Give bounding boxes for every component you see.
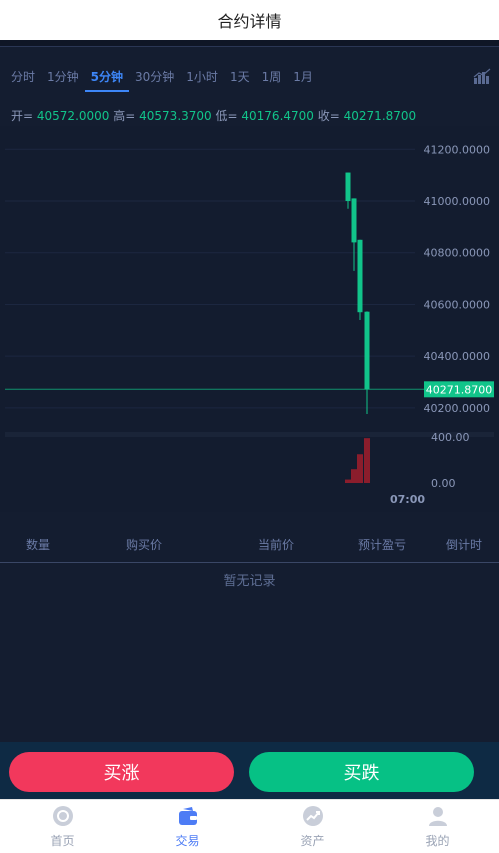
nav-trade-label: 交易 [175, 834, 200, 848]
nav-trade[interactable]: 交易 [125, 800, 250, 853]
current-price-label: 40271.8700 [426, 383, 492, 396]
nav-home-label: 首页 [50, 834, 75, 848]
nav-home[interactable]: 首页 [0, 800, 125, 853]
tab-timeframe-5[interactable]: 1天 [224, 66, 256, 90]
volume-bar [345, 479, 351, 483]
high-value: 40573.3700 [139, 109, 212, 123]
y-tick-label: 40600.0000 [424, 298, 490, 311]
column-estimated-pnl: 预计盈亏 [358, 538, 407, 552]
bottom-tab-bar: 首页 交易 资产 我的 [0, 799, 499, 853]
candle-body [364, 311, 370, 390]
nav-mine-label: 我的 [425, 834, 450, 848]
volume-tick-label: 400.00 [431, 431, 470, 444]
empty-state-text: 暂无记录 [223, 574, 276, 589]
open-label: 开= [11, 109, 34, 123]
tab-timeframe-4[interactable]: 1小时 [180, 66, 224, 90]
y-tick-label: 40400.0000 [424, 350, 490, 363]
orders-table-header: 数量 购买价 当前价 预计盈亏 倒计时 [0, 530, 499, 563]
tab-timeframe-6[interactable]: 1周 [256, 66, 288, 90]
user-icon [428, 807, 447, 826]
candle-body [345, 172, 351, 201]
volume-bar [357, 454, 363, 483]
tab-timeframe-7[interactable]: 1月 [287, 66, 319, 90]
close-value: 40271.8700 [343, 109, 417, 123]
y-tick-label: 41200.0000 [424, 143, 490, 156]
action-bar: 买涨 买跌 [0, 742, 499, 799]
column-quantity: 数量 [26, 538, 51, 552]
indicator-icon[interactable] [473, 68, 491, 84]
chart-up-icon [302, 806, 323, 826]
timeframe-tabs: 分时 1分钟 5分钟 30分钟 1小时 1天 1周 1月 [5, 66, 319, 92]
page-title: 合约详情 [217, 12, 282, 31]
wallet-icon [178, 807, 197, 825]
chart-background [0, 126, 499, 512]
y-tick-label: 40800.0000 [424, 247, 490, 260]
low-value: 40176.4700 [241, 109, 314, 123]
candle-body [357, 239, 363, 313]
column-current-price: 当前价 [258, 538, 295, 552]
volume-tick-label: 0.00 [431, 477, 456, 490]
high-label: 高= [113, 109, 136, 123]
y-tick-label: 40200.0000 [424, 402, 490, 415]
open-value: 40572.0000 [36, 109, 110, 123]
volume-separator [5, 432, 494, 437]
nav-assets[interactable]: 资产 [250, 800, 375, 853]
candle-body [351, 198, 357, 243]
tab-timeframe-3[interactable]: 30分钟 [129, 66, 180, 90]
page-header: 合约详情 [0, 0, 499, 41]
buy-up-button[interactable]: 买涨 [9, 752, 234, 792]
volume-bar [351, 469, 357, 483]
x-tick-label: 07:00 [390, 493, 425, 506]
nav-mine[interactable]: 我的 [375, 800, 499, 853]
buy-down-button[interactable]: 买跌 [249, 752, 474, 792]
tab-timeframe-1[interactable]: 1分钟 [41, 66, 85, 90]
main-panel: 分时 1分钟 5分钟 30分钟 1小时 1天 1周 1月 开= 40572.00… [0, 40, 499, 742]
close-label: 收= [317, 109, 340, 123]
column-countdown: 倒计时 [446, 538, 483, 552]
ohlc-readout: 开= 40572.0000 高= 40573.3700 低= 40176.470… [11, 107, 416, 124]
volume-bar [364, 438, 370, 483]
low-label: 低= [215, 109, 238, 123]
top-divider [0, 40, 499, 47]
y-tick-label: 41000.0000 [424, 195, 490, 208]
candlestick-chart[interactable]: 41200.0000 41000.0000 40800.0000 40600.0000… [0, 126, 499, 512]
tab-timeframe-2[interactable]: 5分钟 [84, 66, 130, 92]
column-buy-price: 购买价 [126, 538, 163, 552]
home-icon [52, 806, 73, 826]
nav-assets-label: 资产 [300, 834, 325, 848]
tab-timeframe-0[interactable]: 分时 [5, 66, 41, 90]
